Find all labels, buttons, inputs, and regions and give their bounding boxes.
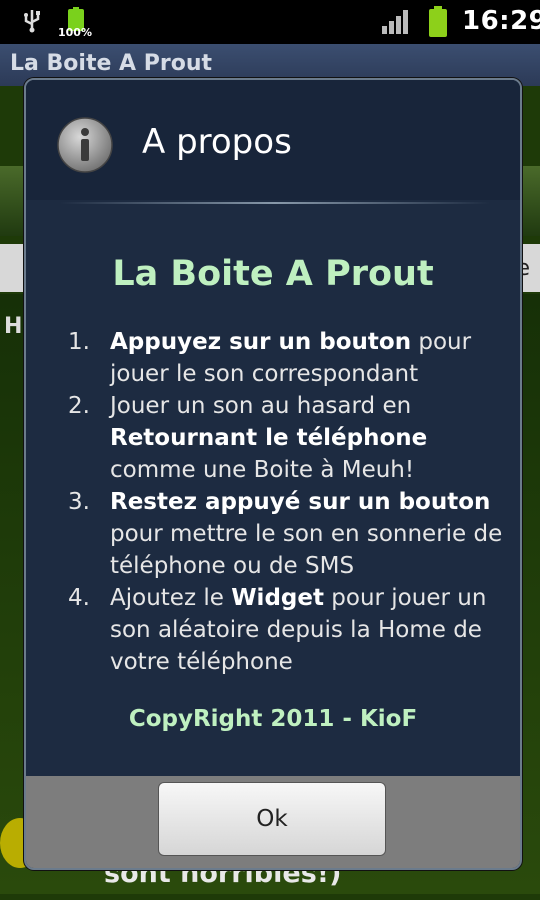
instruction-number: 3. (68, 489, 90, 515)
instruction-number: 1. (68, 329, 90, 355)
battery-icon (429, 6, 447, 37)
instruction-emphasis: Appuyez sur un bouton (110, 329, 412, 355)
instruction-text: Ajoutez le (110, 585, 232, 611)
info-icon (57, 117, 113, 173)
instruction-emphasis: Retournant le téléphone (110, 425, 428, 451)
instruction-item: 2. Jouer un son au hasard en Retournant l… (68, 390, 510, 486)
instruction-text: pour mettre le son en sonnerie de téléph… (110, 521, 503, 579)
copyright-text: CopyRight 2011 - KioF (128, 706, 418, 732)
instruction-number: 4. (68, 585, 90, 611)
instruction-emphasis: Restez appuyé sur un bouton (110, 489, 491, 515)
instruction-text: comme une Boite à Meuh! (110, 457, 415, 483)
instruction-item: 3. Restez appuyé sur un bouton pour mettr… (68, 486, 510, 582)
instruction-item: 4. Ajoutez le Widget pour jouer un son al… (68, 582, 510, 678)
ok-button[interactable]: Ok (158, 782, 386, 856)
instruction-item: 1. Appuyez sur un bouton pour jouer le so… (68, 326, 510, 390)
instructions-list: 1. Appuyez sur un bouton pour jouer le so… (68, 326, 510, 678)
signal-icon (382, 10, 408, 34)
instruction-text: Jouer un son au hasard en (110, 393, 412, 419)
clock: 16:29 (462, 6, 540, 36)
status-bar: 100% 16:29 (0, 0, 540, 44)
app-title: La Boite A Prout (10, 51, 212, 76)
instruction-number: 2. (68, 393, 90, 419)
dialog-title: A propos (142, 122, 292, 162)
dialog-button-bar: Ok (26, 776, 520, 868)
dialog-app-name: La Boite A Prout (112, 254, 434, 294)
dialog-header: A propos (26, 80, 520, 200)
about-dialog: A propos La Boite A Prout 1. Appuyez sur … (24, 78, 522, 870)
usb-icon (24, 10, 40, 33)
battery-percentage: 100% (58, 26, 92, 39)
background-partial-heading: H (4, 314, 23, 339)
instruction-emphasis: Widget (231, 585, 324, 611)
dialog-divider (60, 202, 490, 204)
